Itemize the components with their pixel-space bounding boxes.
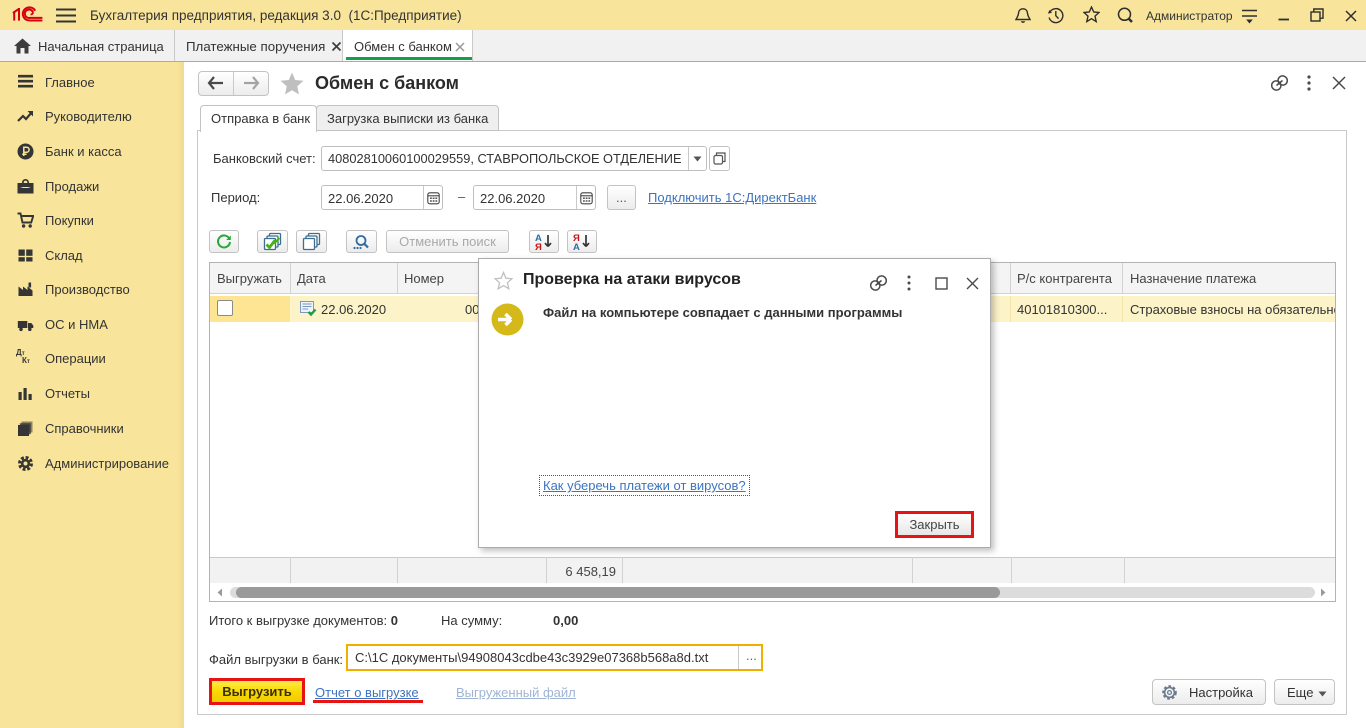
svg-text:Я: Я xyxy=(535,242,542,251)
svg-text:А: А xyxy=(573,242,580,251)
